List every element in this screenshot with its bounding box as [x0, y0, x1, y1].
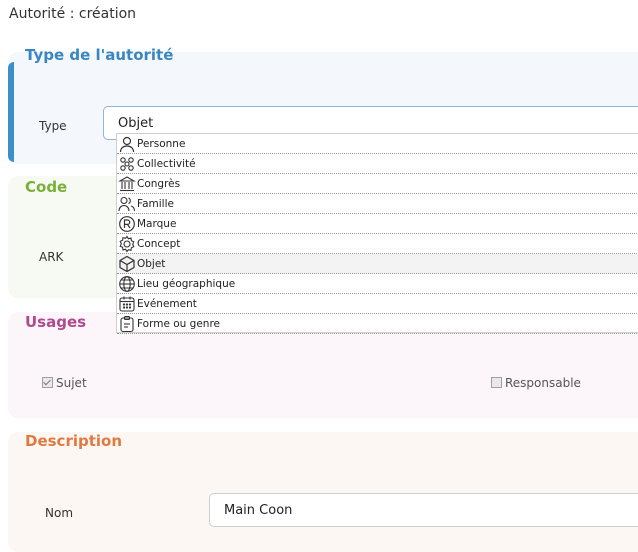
- type-option-lieu-geographique[interactable]: Lieu géographique: [117, 274, 638, 294]
- clipboard-icon: [120, 315, 134, 333]
- type-option-collectivite[interactable]: Collectivité: [117, 154, 638, 174]
- person-icon: [119, 136, 135, 153]
- responsible-checkbox-label: Responsable: [505, 376, 581, 390]
- type-select-value: Objet: [118, 116, 154, 131]
- type-option-marque[interactable]: Marque: [117, 214, 638, 234]
- collectivity-icon: [120, 157, 134, 171]
- type-field-label: Type: [39, 119, 67, 133]
- name-field-label: Nom: [45, 506, 74, 520]
- responsible-checkbox-box[interactable]: [491, 377, 502, 388]
- code-section-title: Code: [25, 178, 68, 196]
- type-section-accent-bar: [8, 62, 14, 162]
- usages-section-title: Usages: [25, 313, 87, 331]
- family-icon: [118, 196, 136, 212]
- type-option-label: Marque: [137, 218, 177, 230]
- description-section-panel: [8, 432, 638, 552]
- type-option-personne[interactable]: Personne: [117, 134, 638, 154]
- object-cube-icon: [119, 255, 135, 273]
- type-option-label: Forme ou genre: [137, 318, 220, 330]
- ark-field-label: ARK: [39, 250, 64, 264]
- subject-checkbox-box[interactable]: [42, 377, 53, 388]
- congress-icon: [118, 176, 136, 192]
- responsible-checkbox[interactable]: Responsable: [491, 376, 581, 390]
- type-option-label: Objet: [137, 258, 166, 270]
- type-option-label: Personne: [137, 138, 186, 150]
- name-input[interactable]: Main Coon: [209, 493, 638, 527]
- type-option-label: Famille: [137, 198, 174, 210]
- type-option-objet[interactable]: Objet: [117, 254, 638, 274]
- type-option-label: Congrès: [137, 178, 181, 190]
- registered-mark-icon: [119, 216, 135, 232]
- page-title: Autorité : création: [9, 6, 137, 22]
- type-option-congres[interactable]: Congrès: [117, 174, 638, 194]
- calendar-icon: [119, 296, 135, 312]
- type-option-famille[interactable]: Famille: [117, 194, 638, 214]
- type-option-label: Collectivité: [137, 158, 196, 170]
- type-option-forme-ou-genre[interactable]: Forme ou genre: [117, 314, 638, 334]
- subject-checkbox-label: Sujet: [56, 376, 87, 390]
- type-option-evenement[interactable]: Evénement: [117, 294, 638, 314]
- globe-icon: [119, 276, 135, 292]
- description-section-title: Description: [25, 432, 123, 450]
- type-option-label: Lieu géographique: [137, 278, 236, 290]
- type-option-label: Concept: [137, 238, 181, 250]
- type-option-concept[interactable]: Concept: [117, 234, 638, 254]
- subject-checkbox[interactable]: Sujet: [42, 376, 87, 390]
- name-input-value: Main Coon: [224, 503, 293, 518]
- concept-icon: [119, 235, 135, 253]
- type-section-title: Type de l'autorité: [25, 46, 174, 64]
- type-option-label: Evénement: [137, 298, 197, 310]
- type-dropdown-list: Personne Collectivité Congrès Famille Ma…: [116, 133, 638, 334]
